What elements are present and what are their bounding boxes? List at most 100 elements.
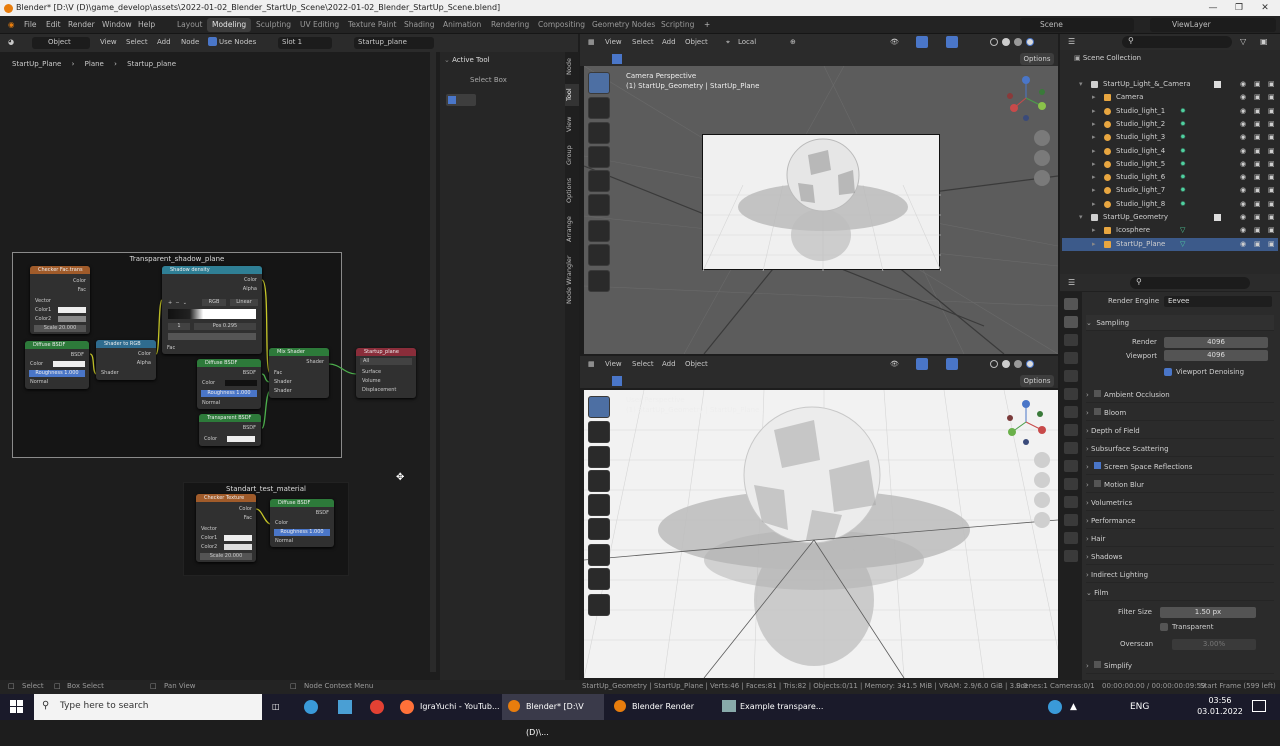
outliner-row[interactable]: ▸ Icosphere ▽ ◉ ▣ ▣ [1062, 224, 1278, 237]
expand-arrow-icon[interactable]: ▸ [1092, 118, 1096, 131]
menu-add[interactable]: Add [157, 38, 171, 46]
expand-arrow-icon[interactable]: ▾ [1079, 211, 1083, 224]
gizmo-toggle-icon[interactable] [916, 36, 928, 48]
camera-disable-icon[interactable]: ▣ [1254, 171, 1261, 184]
outliner-search-input[interactable]: ⚲ [1122, 36, 1232, 48]
panel-performance[interactable]: › Performance [1086, 513, 1274, 529]
color-mode-dropdown[interactable]: RGB [202, 299, 226, 306]
light-data-icon[interactable]: ✹ [1180, 184, 1186, 197]
select-new-icon[interactable] [448, 96, 456, 104]
material-shading-icon[interactable] [1014, 360, 1022, 368]
eye-icon[interactable]: ◉ [1240, 78, 1246, 91]
menu-view[interactable]: View [605, 360, 622, 368]
render-disable-icon[interactable]: ▣ [1268, 198, 1275, 211]
rendered-shading-icon[interactable] [1026, 38, 1034, 46]
material-shading-icon[interactable] [1014, 38, 1022, 46]
panel-indirect-lighting[interactable]: › Indirect Lighting [1086, 567, 1274, 583]
files-icon[interactable] [338, 700, 352, 714]
render-engine-dropdown[interactable]: Eevee [1164, 296, 1272, 307]
measure-tool-icon[interactable] [588, 244, 610, 266]
menu-object[interactable]: Object [685, 38, 708, 46]
clock-time[interactable]: 03:56 [1196, 696, 1244, 705]
outliner-row[interactable]: ▸ Studio_light_4 ✹ ◉ ▣ ▣ [1062, 145, 1278, 158]
taskbar-search-input[interactable]: ⚲ Type here to search [34, 694, 262, 720]
options-dropdown[interactable]: Options [1020, 53, 1054, 65]
tab-view[interactable]: View [565, 112, 579, 136]
render-disable-icon[interactable]: ▣ [1268, 171, 1275, 184]
expand-arrow-icon[interactable]: ▸ [1092, 145, 1096, 158]
color2-swatch[interactable] [224, 544, 252, 550]
eye-icon[interactable]: ◉ [1240, 118, 1246, 131]
pan-hand-icon[interactable] [1034, 150, 1050, 166]
tab-group[interactable]: Group [565, 142, 579, 168]
light-data-icon[interactable]: ✹ [1180, 171, 1186, 184]
target-dropdown[interactable]: All [360, 358, 412, 365]
expand-arrow-icon[interactable]: ▸ [1092, 105, 1096, 118]
mesh-data-icon[interactable]: ▽ [1180, 224, 1185, 237]
outliner-row[interactable]: ▸ StartUp_Plane ▽ ◉ ▣ ▣ [1062, 237, 1278, 251]
scene-tab-icon[interactable] [1064, 370, 1078, 382]
editor-type-icon[interactable]: ☰ [1068, 37, 1075, 46]
menu-add[interactable]: Add [662, 38, 676, 46]
navigation-gizmo[interactable] [1002, 398, 1050, 446]
panel-bloom[interactable]: › Bloom [1086, 405, 1274, 421]
panel-simplify[interactable]: › Simplify [1086, 658, 1274, 674]
menu-add[interactable]: Add [662, 360, 676, 368]
color1-swatch[interactable] [224, 535, 252, 541]
viewport-denoising-checkbox[interactable] [1164, 368, 1172, 376]
outliner-row[interactable]: ▸ Studio_light_8 ✹ ◉ ▣ ▣ [1062, 198, 1278, 211]
camera-disable-icon[interactable]: ▣ [1254, 78, 1261, 91]
menu-view[interactable]: View [605, 38, 622, 46]
add-cube-tool-icon[interactable] [588, 270, 610, 292]
annotate-tool-icon[interactable] [588, 544, 610, 566]
world-tab-icon[interactable] [1064, 388, 1078, 400]
tab-uv-editing[interactable]: UV Editing [295, 18, 344, 32]
editor-type-icon[interactable]: ▦ [588, 360, 595, 368]
new-collection-icon[interactable]: ▣ [1260, 37, 1268, 46]
expand-arrow-icon[interactable]: ▸ [1092, 224, 1096, 237]
panel-enable-checkbox[interactable] [1094, 480, 1102, 487]
node-checker-texture[interactable]: Checker Texture Color Fac Vector Color1 … [196, 494, 256, 562]
camera-view-icon[interactable] [1034, 492, 1050, 508]
tab-scripting[interactable]: Scripting [656, 18, 699, 32]
camera-disable-icon[interactable]: ▣ [1254, 198, 1261, 211]
scale-field[interactable]: Scale 20.000 [200, 553, 252, 560]
panel-enable-checkbox[interactable] [1094, 462, 1102, 469]
node-diffuse-bsdf-2[interactable]: Diffuse BSDF BSDF Color Roughness 1.000 … [197, 359, 261, 409]
panel-enable-checkbox[interactable] [1094, 408, 1102, 415]
use-nodes-checkbox[interactable] [208, 37, 217, 46]
exclude-checkbox[interactable] [1214, 81, 1221, 88]
tab-arrange[interactable]: Arrange [565, 212, 579, 246]
rotate-tool-icon[interactable] [588, 470, 610, 492]
select-mode-icon[interactable] [612, 376, 622, 386]
camera-disable-icon[interactable]: ▣ [1254, 158, 1261, 171]
panel-hair[interactable]: › Hair [1086, 531, 1274, 547]
task-item-example[interactable]: Example transpare... [740, 694, 823, 720]
menu-object[interactable]: Object [685, 360, 708, 368]
tool-tab-icon[interactable] [1064, 298, 1078, 310]
outliner-row[interactable]: ▾ StartUp_Light_&_Camera ◉ ▣ ▣ [1062, 78, 1278, 91]
minimize-icon[interactable]: — [1200, 0, 1226, 16]
render-disable-icon[interactable]: ▣ [1268, 224, 1275, 237]
stop-position[interactable]: Pos 0.295 [194, 323, 256, 330]
camera-view-icon[interactable] [1034, 170, 1050, 186]
stop-color[interactable] [168, 333, 256, 340]
tray-icons[interactable]: ▲ [1070, 694, 1077, 720]
menu-edit[interactable]: Edit [46, 20, 61, 29]
outliner-row[interactable]: ▸ Studio_light_7 ✹ ◉ ▣ ▣ [1062, 184, 1278, 197]
clock-date[interactable]: 03.01.2022 [1196, 707, 1244, 716]
mesh-data-icon[interactable]: ▽ [1180, 238, 1185, 251]
solid-shading-icon[interactable] [1002, 360, 1010, 368]
panel-screen-space-reflections[interactable]: › Screen Space Reflections [1086, 459, 1274, 475]
exclude-checkbox[interactable] [1214, 214, 1221, 221]
tab-animation[interactable]: Animation [438, 18, 486, 32]
panel-shadows[interactable]: › Shadows [1086, 549, 1274, 565]
expand-arrow-icon[interactable]: ▸ [1092, 91, 1096, 104]
material-tab-icon[interactable] [1064, 532, 1078, 544]
node-transparent-bsdf[interactable]: Transparent BSDF BSDF Color [199, 414, 261, 446]
light-data-icon[interactable]: ✹ [1180, 158, 1186, 171]
tab-modeling[interactable]: Modeling [207, 18, 252, 32]
panel-sampling[interactable]: ⌄ Sampling [1086, 315, 1274, 331]
tab-node-wrangler[interactable]: Node Wrangler [565, 252, 579, 308]
expand-arrow-icon[interactable]: ▸ [1092, 238, 1096, 251]
